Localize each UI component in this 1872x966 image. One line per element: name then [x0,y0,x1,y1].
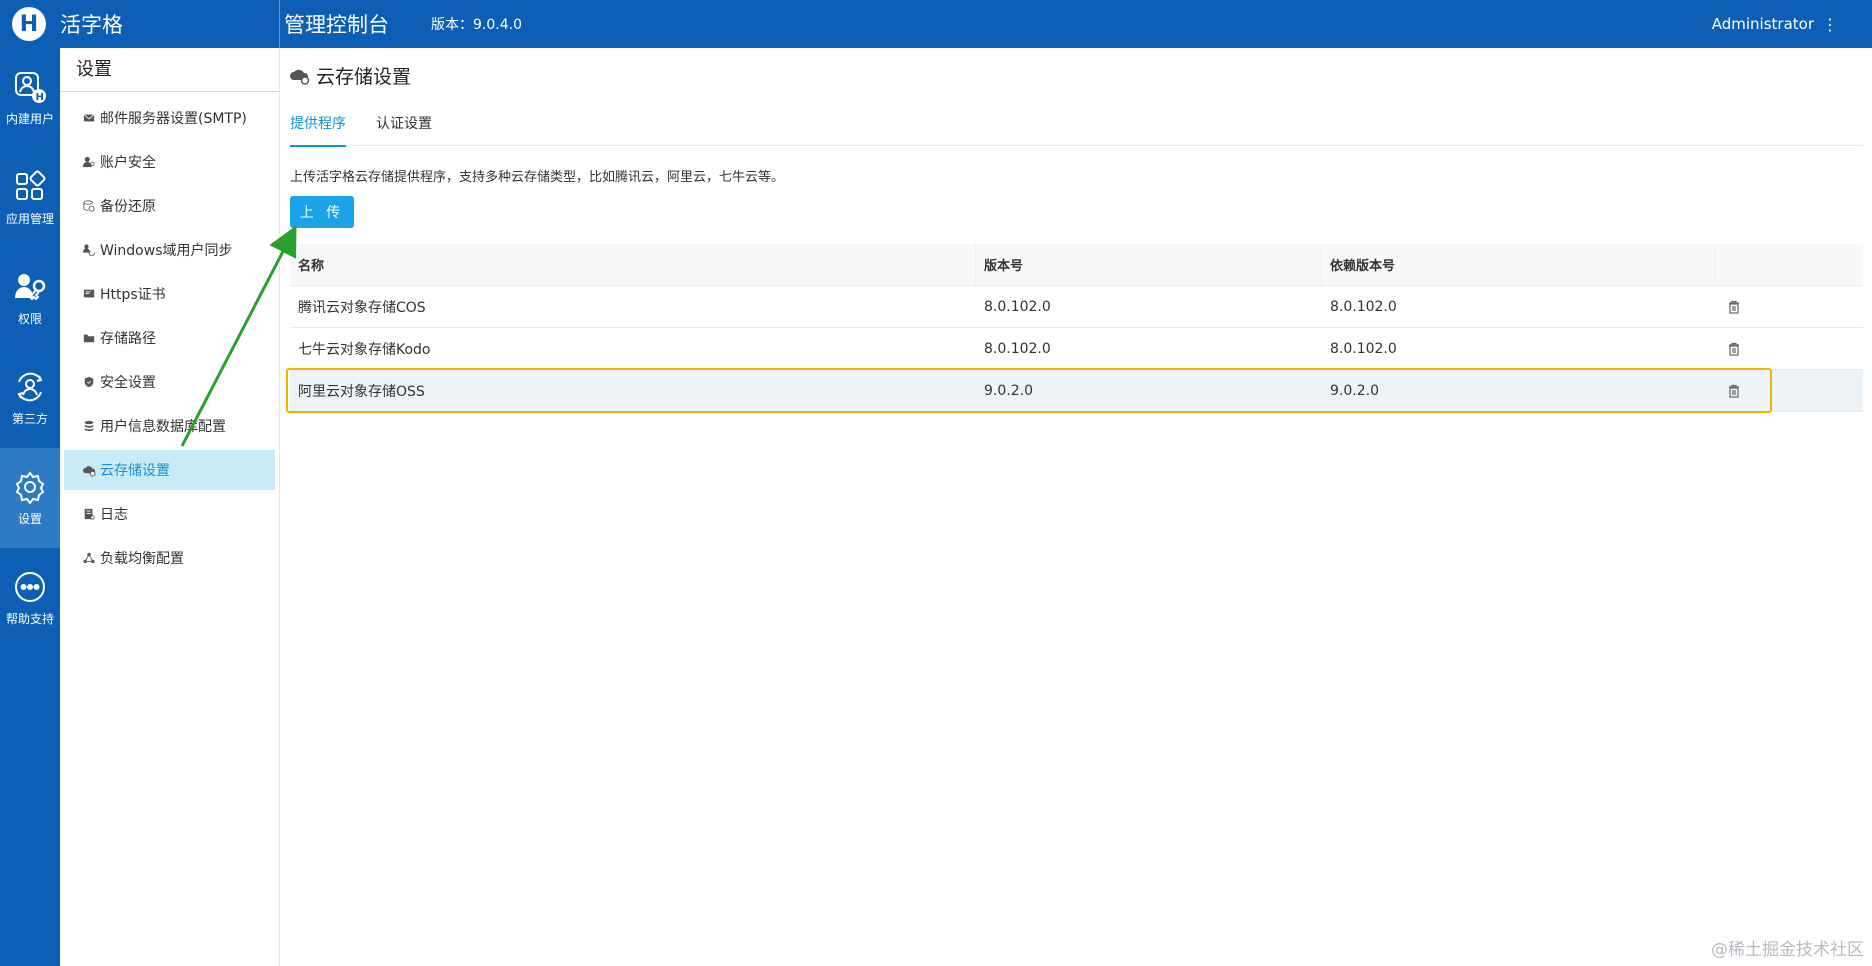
more-vertical-icon[interactable]: ⋮ [1822,15,1838,34]
subnav-label: Windows域用户同步 [100,243,233,259]
rail-label: 设置 [17,511,42,526]
subnav-item-log[interactable]: 日志 [64,494,275,534]
cloud-gear-icon [82,463,96,477]
trash-icon[interactable] [1727,300,1741,314]
watermark: @稀土掘金技术社区 [1711,940,1864,960]
cell-actions [1715,328,1863,370]
cell-name: 阿里云对象存储OSS [298,383,425,400]
cell-version: 8.0.102.0 [984,298,1051,315]
user-key-icon [82,155,96,169]
subnav-label: 用户信息数据库配置 [100,419,226,435]
subnav-label: 云存储设置 [100,463,170,479]
cell-version: 8.0.102.0 [984,340,1051,357]
version-label: 版本：9.0.4.0 [431,17,522,33]
svg-text:H: H [36,92,44,103]
upload-button[interactable]: 上 传 [290,196,354,228]
console-title: 管理控制台 [284,13,389,37]
third-party-icon [17,372,43,401]
left-rail: H 内建用户 应用管理 权限 第三方 设置 帮助支持 [0,48,60,966]
subnav-item-smtp[interactable]: 邮件服务器设置(SMTP) [64,98,275,138]
folder-icon [82,331,96,345]
rail-item-app-management[interactable]: 应用管理 [0,148,60,248]
subnav-item-cloud-storage[interactable]: 云存储设置 [64,450,275,490]
builtin-user-icon: H [15,71,46,103]
rail-label: 内建用户 [5,111,54,126]
log-icon [82,507,96,521]
subnav-item-windows-sync[interactable]: Windows域用户同步 [64,230,275,270]
column-header-version: 版本号 [976,243,1322,286]
brand-logo: H [12,7,46,41]
subnav-title: 设置 [60,48,279,92]
rail-label: 帮助支持 [5,611,54,626]
rail-item-third-party[interactable]: 第三方 [0,348,60,448]
cell-dep-version: 8.0.102.0 [1330,298,1397,315]
cell-dep-version: 8.0.102.0 [1330,340,1397,357]
subnav-label: 负载均衡配置 [100,551,184,567]
user-menu[interactable]: Administrator ⋮ [1712,0,1838,48]
trash-icon[interactable] [1727,342,1741,356]
help-chat-icon [15,571,45,602]
trash-icon[interactable] [1727,384,1741,398]
subnav-item-account-security[interactable]: 账户安全 [64,142,275,182]
column-header-dep-version: 依赖版本号 [1322,243,1715,286]
provider-table: 名称 版本号 依赖版本号 腾讯云对象存储COS 8.0.102.0 8.0.10… [290,243,1863,412]
shield-icon [82,375,96,389]
subnav-label: 安全设置 [100,375,156,391]
column-header-name: 名称 [290,243,976,286]
rail-item-permission[interactable]: 权限 [0,248,60,348]
subnav-label: 存储路径 [100,331,156,347]
subnav-label: 日志 [100,507,128,523]
cell-actions [1715,370,1863,412]
cell-name: 七牛云对象存储Kodo [298,341,431,358]
subnav-label: 账户安全 [100,155,156,171]
page-title: 云存储设置 [290,62,411,89]
rail-label: 第三方 [11,411,48,426]
top-bar: H 活字格 管理控制台 版本：9.0.4.0 Administrator ⋮ [0,0,1872,48]
subnav-item-https[interactable]: Https证书 [64,274,275,314]
cell-name: 腾讯云对象存储COS [298,299,426,316]
mail-icon [82,111,96,125]
rail-item-builtin-users[interactable]: H 内建用户 [0,48,60,148]
tab-bar: 提供程序 认证设置 [290,100,1863,147]
brand: H 活字格 [0,0,280,48]
main-content: 云存储设置 提供程序 认证设置 上传活字格云存储提供程序，支持多种云存储类型，比… [281,48,1872,966]
tab-providers[interactable]: 提供程序 [290,100,346,147]
subnav-item-backup[interactable]: 备份还原 [64,186,275,226]
rail-item-help[interactable]: 帮助支持 [0,548,60,648]
table-header: 名称 版本号 依赖版本号 [290,243,1863,286]
cloud-gear-icon [290,69,310,85]
brand-name: 活字格 [60,13,123,37]
page-title-text: 云存储设置 [316,66,412,88]
certificate-icon [82,287,96,301]
table-row: 七牛云对象存储Kodo 8.0.102.0 8.0.102.0 [290,328,1863,370]
cluster-icon [82,551,96,565]
app-grid-icon [16,170,46,200]
backup-icon [82,199,96,213]
subnav-label: 邮件服务器设置(SMTP) [100,111,247,127]
subnav-item-security-settings[interactable]: 安全设置 [64,362,275,402]
subnav-item-load-balance[interactable]: 负载均衡配置 [64,538,275,578]
gear-icon [15,470,45,504]
tab-auth-settings[interactable]: 认证设置 [376,100,432,146]
rail-label: 权限 [17,311,42,326]
rail-item-settings[interactable]: 设置 [0,448,60,548]
subnav-label: Https证书 [100,287,166,303]
user-name: Administrator [1711,15,1814,33]
cell-version: 9.0.2.0 [984,382,1033,399]
description-text: 上传活字格云存储提供程序，支持多种云存储类型，比如腾讯云，阿里云，七牛云等。 [290,170,785,185]
settings-subnav: 设置 邮件服务器设置(SMTP) 账户安全 备份还原 Windows域用户同步 … [60,48,280,966]
table-row: 阿里云对象存储OSS 9.0.2.0 9.0.2.0 [290,370,1863,412]
subnav-item-storage-path[interactable]: 存储路径 [64,318,275,358]
column-header-actions [1715,244,1863,286]
subnav-label: 备份还原 [100,199,156,215]
user-sync-icon [82,243,96,257]
rail-label: 应用管理 [5,211,54,226]
cell-dep-version: 9.0.2.0 [1330,382,1379,399]
database-icon [82,419,96,433]
subnav-item-user-db[interactable]: 用户信息数据库配置 [64,406,275,446]
permission-key-icon [15,273,46,300]
cell-actions [1715,286,1863,328]
table-row: 腾讯云对象存储COS 8.0.102.0 8.0.102.0 [290,286,1863,328]
